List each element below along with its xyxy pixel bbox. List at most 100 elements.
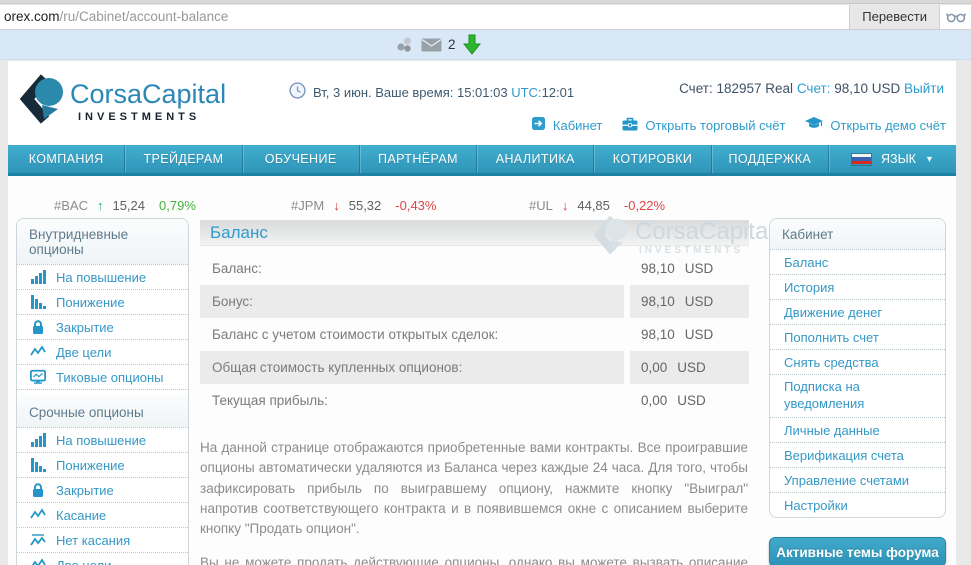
sidebar-item-label: Две цели — [56, 557, 112, 565]
value-currency: USD — [677, 360, 706, 375]
balance-label: Счет: — [796, 81, 831, 96]
logo-mark-icon — [18, 73, 64, 130]
intraday-item-close[interactable]: Закрытие — [17, 315, 188, 340]
intraday-item-fall[interactable]: Понижение — [17, 290, 188, 315]
intraday-item-two-targets[interactable]: Две цели — [17, 340, 188, 365]
main-nav: КОМПАНИЯ ТРЕЙДЕРАМ ОБУЧЕНИЕ ПАРТНЁРАМ АН… — [8, 145, 956, 176]
cabinet-link[interactable]: Кабинет — [531, 116, 602, 134]
translate-button[interactable]: Перевести — [849, 5, 940, 29]
page: orex.com/ru/Cabinet/account-balance Пере… — [0, 0, 971, 565]
logo[interactable]: CorsaCapital INVESTMENTS — [18, 73, 226, 130]
local-time: 15:01:03 — [456, 84, 508, 100]
cabinet-link-label: Кабинет — [552, 117, 603, 133]
cabinet-item-verification[interactable]: Верификация счета — [770, 443, 945, 468]
row-label: Текущая прибыль: — [212, 393, 328, 408]
sidebar-item-label: Касание — [56, 507, 107, 523]
ticker-change: 0,79% — [159, 198, 196, 213]
utc-time: 12:01 — [541, 84, 575, 100]
row-label: Общая стоимость купленных опционов: — [200, 351, 624, 384]
intraday-item-rise[interactable]: На повышение — [17, 265, 188, 290]
site-header: CorsaCapital INVESTMENTS Вт, 3 июн. Ваше… — [8, 61, 956, 145]
nav-quotes[interactable]: КОТИРОВКИ — [593, 145, 710, 173]
chart-up-icon — [31, 433, 46, 447]
cabinet-item-accounts[interactable]: Управление счетами — [770, 468, 945, 493]
open-demo-account-label: Открыть демо счёт — [830, 117, 946, 133]
cabinet-item-personal-data[interactable]: Личные данные — [770, 418, 945, 443]
account-label: Счет: — [679, 81, 713, 96]
open-demo-account-link[interactable]: Открыть демо счёт — [805, 117, 946, 133]
value-currency: USD — [677, 393, 706, 408]
logout-link[interactable]: Выйти — [904, 81, 944, 96]
utc-label: UTC: — [511, 84, 542, 100]
cabinet-item-withdraw[interactable]: Снять средства — [770, 350, 945, 375]
open-trading-account-link[interactable]: Открыть торговый счёт — [622, 117, 785, 134]
sidebar-item-label: История — [784, 279, 835, 295]
url-path: /ru/Cabinet/account-balance — [59, 9, 229, 24]
account-number: 182957 Real — [716, 81, 794, 96]
sidebar-item-label: Снять средства — [784, 354, 879, 370]
mail-icon[interactable] — [421, 38, 442, 57]
cabinet-item-settings[interactable]: Настройки — [770, 493, 945, 517]
sidebar-item-label: На повышение — [56, 432, 147, 448]
intraday-item-tick-options[interactable]: Тиковые опционы — [17, 365, 188, 390]
account-balance: 98,10 USD — [834, 81, 901, 96]
ticker-symbol: #UL — [529, 198, 553, 213]
sidebar-item-label: Настройки — [784, 497, 848, 513]
active-forum-topics-button[interactable]: Активные темы форума — [769, 537, 946, 565]
term-options-header: Срочные опционы — [17, 395, 188, 428]
nav-education[interactable]: ОБУЧЕНИЕ — [241, 145, 359, 173]
nav-support[interactable]: ПОДДЕРЖКА — [710, 145, 828, 173]
sidebar-item-label: Пополнить счет — [784, 329, 879, 345]
term-item-no-touch[interactable]: Нет касания — [17, 528, 188, 553]
value-amount: 98,10 — [641, 327, 675, 342]
cabinet-sidebar: Кабинет Баланс История Движение денег По… — [769, 218, 946, 518]
ticker-price: 55,32 — [348, 198, 382, 213]
sidebar-item-label: Управление счетами — [784, 472, 910, 488]
time-text: Вт, 3 июн. Ваше время: 15:01:03 UTC:12:0… — [313, 85, 574, 100]
description-text: На данной странице отображаются приобрет… — [200, 438, 748, 565]
ticker-bac: #BAC ↑ 15,24 0,79% — [54, 198, 196, 213]
term-item-two-targets[interactable]: Две цели — [17, 553, 188, 565]
open-trading-account-label: Открыть торговый счёт — [645, 117, 786, 133]
nav-analytics[interactable]: АНАЛИТИКА — [476, 145, 593, 173]
table-row: Баланс: 98,10 USD — [200, 252, 749, 285]
watermark-text: CorsaCapital INVESTMENTS — [635, 219, 774, 256]
nav-company[interactable]: КОМПАНИЯ — [8, 145, 124, 173]
cabinet-item-money-flow[interactable]: Движение денег — [770, 300, 945, 325]
download-arrow-icon[interactable] — [462, 34, 482, 60]
chart-down-icon — [31, 458, 46, 472]
logo-text: CorsaCapital INVESTMENTS — [70, 79, 227, 123]
sidebar-item-label: Понижение — [56, 457, 125, 473]
sidebar-item-label: Верификация счета — [784, 447, 904, 463]
cabinet-item-balance[interactable]: Баланс — [770, 250, 945, 275]
paragraph: На данной странице отображаются приобрет… — [200, 440, 748, 536]
cabinet-item-notifications[interactable]: Подписка на уведомления — [770, 375, 945, 418]
logo-title: CorsaCapital — [70, 79, 227, 110]
reader-glasses-icon[interactable] — [945, 9, 967, 30]
url-text[interactable]: orex.com/ru/Cabinet/account-balance — [4, 5, 228, 29]
row-label: Баланс с учетом стоимости открытых сдело… — [212, 327, 499, 342]
term-item-touch[interactable]: Касание — [17, 503, 188, 528]
nav-traders[interactable]: ТРЕЙДЕРАМ — [124, 145, 241, 173]
row-value: 0,00 USD — [630, 384, 749, 417]
term-item-fall[interactable]: Понижение — [17, 453, 188, 478]
term-item-rise[interactable]: На повышение — [17, 428, 188, 453]
cabinet-item-deposit[interactable]: Пополнить счет — [770, 325, 945, 350]
sidebar-item-label: Тиковые опционы — [56, 369, 164, 385]
sidebar-item-label: На повышение — [56, 269, 147, 285]
value-amount: 98,10 — [641, 294, 675, 309]
cabinet-item-history[interactable]: История — [770, 275, 945, 300]
browser-address-bar[interactable]: orex.com/ru/Cabinet/account-balance Пере… — [0, 5, 971, 30]
mail-count-badge: 2 — [448, 37, 456, 52]
language-menu[interactable]: ЯЗЫК ▼ — [827, 145, 956, 173]
russian-flag-icon — [851, 152, 873, 166]
row-value: 98,10 USD — [630, 252, 749, 285]
down-arrow-icon: ↓ — [333, 198, 340, 213]
account-info: Счет: 182957 Real Счет: 98,10 USD Выйти — [679, 81, 944, 96]
ticker-price: 44,85 — [577, 198, 610, 213]
nav-partners[interactable]: ПАРТНЁРАМ — [358, 145, 476, 173]
sidebar-item-label: Подписка на уведомления — [784, 379, 865, 411]
term-item-close[interactable]: Закрытие — [17, 478, 188, 503]
share-molecule-icon[interactable] — [396, 36, 414, 59]
intraday-options-header: Внутридневные опционы — [17, 219, 188, 265]
